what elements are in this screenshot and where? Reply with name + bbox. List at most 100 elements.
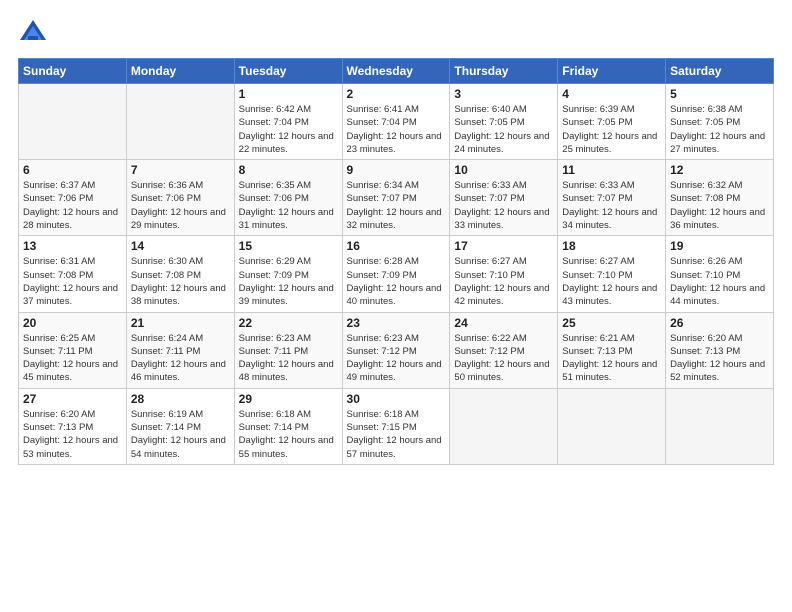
day-info: Sunrise: 6:33 AMSunset: 7:07 PMDaylight:… — [562, 179, 661, 232]
calendar-header-monday: Monday — [126, 59, 234, 84]
day-number: 10 — [454, 163, 553, 177]
day-number: 20 — [23, 316, 122, 330]
day-number: 24 — [454, 316, 553, 330]
calendar-cell: 17Sunrise: 6:27 AMSunset: 7:10 PMDayligh… — [450, 236, 558, 312]
calendar-week-row: 6 Sunrise: 6:37 AMSunset: 7:06 PMDaylight… — [19, 160, 774, 236]
day-number: 22 — [239, 316, 338, 330]
calendar-week-row: 1 Sunrise: 6:42 AMSunset: 7:04 PMDaylight… — [19, 84, 774, 160]
day-number: 6 — [23, 163, 122, 177]
calendar-cell: 2Sunrise: 6:41 AMSunset: 7:04 PMDaylight… — [342, 84, 450, 160]
calendar-cell: 22Sunrise: 6:23 AMSunset: 7:11 PMDayligh… — [234, 312, 342, 388]
calendar-cell: 21 Sunrise: 6:24 AMSunset: 7:11 PMDayligh… — [126, 312, 234, 388]
day-info: Sunrise: 6:32 AMSunset: 7:08 PMDaylight:… — [670, 179, 769, 232]
day-number: 8 — [239, 163, 338, 177]
day-info: Sunrise: 6:42 AMSunset: 7:04 PMDaylight:… — [239, 103, 338, 156]
day-info: Sunrise: 6:20 AMSunset: 7:13 PMDaylight:… — [23, 408, 122, 461]
calendar-header-wednesday: Wednesday — [342, 59, 450, 84]
calendar-cell: 14 Sunrise: 6:30 AMSunset: 7:08 PMDayligh… — [126, 236, 234, 312]
calendar-cell: 1 Sunrise: 6:42 AMSunset: 7:04 PMDaylight… — [234, 84, 342, 160]
calendar-cell: 3Sunrise: 6:40 AMSunset: 7:05 PMDaylight… — [450, 84, 558, 160]
calendar-cell: 12 Sunrise: 6:32 AMSunset: 7:08 PMDayligh… — [666, 160, 774, 236]
day-number: 27 — [23, 392, 122, 406]
calendar-header-sunday: Sunday — [19, 59, 127, 84]
day-number: 4 — [562, 87, 661, 101]
calendar-cell: 18 Sunrise: 6:27 AMSunset: 7:10 PMDayligh… — [558, 236, 666, 312]
day-info: Sunrise: 6:24 AMSunset: 7:11 PMDaylight:… — [131, 332, 230, 385]
day-number: 16 — [347, 239, 446, 253]
calendar-cell: 9Sunrise: 6:34 AMSunset: 7:07 PMDaylight… — [342, 160, 450, 236]
calendar-cell — [666, 388, 774, 464]
calendar-header-saturday: Saturday — [666, 59, 774, 84]
calendar-week-row: 20 Sunrise: 6:25 AMSunset: 7:11 PMDayligh… — [19, 312, 774, 388]
calendar-week-row: 27 Sunrise: 6:20 AMSunset: 7:13 PMDayligh… — [19, 388, 774, 464]
day-info: Sunrise: 6:21 AMSunset: 7:13 PMDaylight:… — [562, 332, 661, 385]
day-number: 7 — [131, 163, 230, 177]
calendar-cell: 24 Sunrise: 6:22 AMSunset: 7:12 PMDayligh… — [450, 312, 558, 388]
day-info: Sunrise: 6:38 AMSunset: 7:05 PMDaylight:… — [670, 103, 769, 156]
calendar-cell: 15 Sunrise: 6:29 AMSunset: 7:09 PMDayligh… — [234, 236, 342, 312]
calendar-cell — [126, 84, 234, 160]
calendar-cell: 30 Sunrise: 6:18 AMSunset: 7:15 PMDayligh… — [342, 388, 450, 464]
calendar-cell: 13 Sunrise: 6:31 AMSunset: 7:08 PMDayligh… — [19, 236, 127, 312]
calendar-cell: 5 Sunrise: 6:38 AMSunset: 7:05 PMDaylight… — [666, 84, 774, 160]
calendar-cell — [450, 388, 558, 464]
calendar-cell — [19, 84, 127, 160]
calendar-week-row: 13 Sunrise: 6:31 AMSunset: 7:08 PMDayligh… — [19, 236, 774, 312]
day-info: Sunrise: 6:41 AMSunset: 7:04 PMDaylight:… — [347, 103, 446, 156]
day-info: Sunrise: 6:25 AMSunset: 7:11 PMDaylight:… — [23, 332, 122, 385]
day-info: Sunrise: 6:36 AMSunset: 7:06 PMDaylight:… — [131, 179, 230, 232]
day-info: Sunrise: 6:19 AMSunset: 7:14 PMDaylight:… — [131, 408, 230, 461]
calendar-cell: 19 Sunrise: 6:26 AMSunset: 7:10 PMDayligh… — [666, 236, 774, 312]
calendar-cell: 25 Sunrise: 6:21 AMSunset: 7:13 PMDayligh… — [558, 312, 666, 388]
day-info: Sunrise: 6:29 AMSunset: 7:09 PMDaylight:… — [239, 255, 338, 308]
calendar-header-row: SundayMondayTuesdayWednesdayThursdayFrid… — [19, 59, 774, 84]
calendar-cell: 23 Sunrise: 6:23 AMSunset: 7:12 PMDayligh… — [342, 312, 450, 388]
page: SundayMondayTuesdayWednesdayThursdayFrid… — [0, 0, 792, 612]
logo — [18, 18, 52, 48]
day-number: 15 — [239, 239, 338, 253]
day-number: 30 — [347, 392, 446, 406]
calendar-cell: 29 Sunrise: 6:18 AMSunset: 7:14 PMDayligh… — [234, 388, 342, 464]
header — [18, 18, 774, 48]
day-number: 18 — [562, 239, 661, 253]
day-info: Sunrise: 6:26 AMSunset: 7:10 PMDaylight:… — [670, 255, 769, 308]
day-info: Sunrise: 6:33 AMSunset: 7:07 PMDaylight:… — [454, 179, 553, 232]
calendar-header-tuesday: Tuesday — [234, 59, 342, 84]
day-number: 29 — [239, 392, 338, 406]
day-number: 11 — [562, 163, 661, 177]
calendar-header-friday: Friday — [558, 59, 666, 84]
calendar-cell: 20 Sunrise: 6:25 AMSunset: 7:11 PMDayligh… — [19, 312, 127, 388]
day-number: 1 — [239, 87, 338, 101]
day-number: 23 — [347, 316, 446, 330]
day-number: 3 — [454, 87, 553, 101]
day-number: 13 — [23, 239, 122, 253]
day-number: 9 — [347, 163, 446, 177]
day-number: 28 — [131, 392, 230, 406]
calendar-cell: 6 Sunrise: 6:37 AMSunset: 7:06 PMDaylight… — [19, 160, 127, 236]
day-number: 17 — [454, 239, 553, 253]
calendar-header-thursday: Thursday — [450, 59, 558, 84]
day-number: 14 — [131, 239, 230, 253]
day-info: Sunrise: 6:27 AMSunset: 7:10 PMDaylight:… — [562, 255, 661, 308]
day-info: Sunrise: 6:30 AMSunset: 7:08 PMDaylight:… — [131, 255, 230, 308]
day-info: Sunrise: 6:23 AMSunset: 7:12 PMDaylight:… — [347, 332, 446, 385]
day-info: Sunrise: 6:31 AMSunset: 7:08 PMDaylight:… — [23, 255, 122, 308]
day-number: 25 — [562, 316, 661, 330]
logo-icon — [18, 18, 48, 48]
day-info: Sunrise: 6:22 AMSunset: 7:12 PMDaylight:… — [454, 332, 553, 385]
day-info: Sunrise: 6:35 AMSunset: 7:06 PMDaylight:… — [239, 179, 338, 232]
day-number: 21 — [131, 316, 230, 330]
day-number: 5 — [670, 87, 769, 101]
calendar-cell: 27 Sunrise: 6:20 AMSunset: 7:13 PMDayligh… — [19, 388, 127, 464]
day-info: Sunrise: 6:37 AMSunset: 7:06 PMDaylight:… — [23, 179, 122, 232]
day-info: Sunrise: 6:18 AMSunset: 7:15 PMDaylight:… — [347, 408, 446, 461]
calendar-table: SundayMondayTuesdayWednesdayThursdayFrid… — [18, 58, 774, 465]
calendar-cell: 26Sunrise: 6:20 AMSunset: 7:13 PMDayligh… — [666, 312, 774, 388]
day-info: Sunrise: 6:18 AMSunset: 7:14 PMDaylight:… — [239, 408, 338, 461]
calendar-cell: 11 Sunrise: 6:33 AMSunset: 7:07 PMDayligh… — [558, 160, 666, 236]
day-number: 19 — [670, 239, 769, 253]
calendar-cell: 16Sunrise: 6:28 AMSunset: 7:09 PMDayligh… — [342, 236, 450, 312]
calendar-cell: 8 Sunrise: 6:35 AMSunset: 7:06 PMDaylight… — [234, 160, 342, 236]
day-number: 12 — [670, 163, 769, 177]
calendar-cell: 7 Sunrise: 6:36 AMSunset: 7:06 PMDaylight… — [126, 160, 234, 236]
